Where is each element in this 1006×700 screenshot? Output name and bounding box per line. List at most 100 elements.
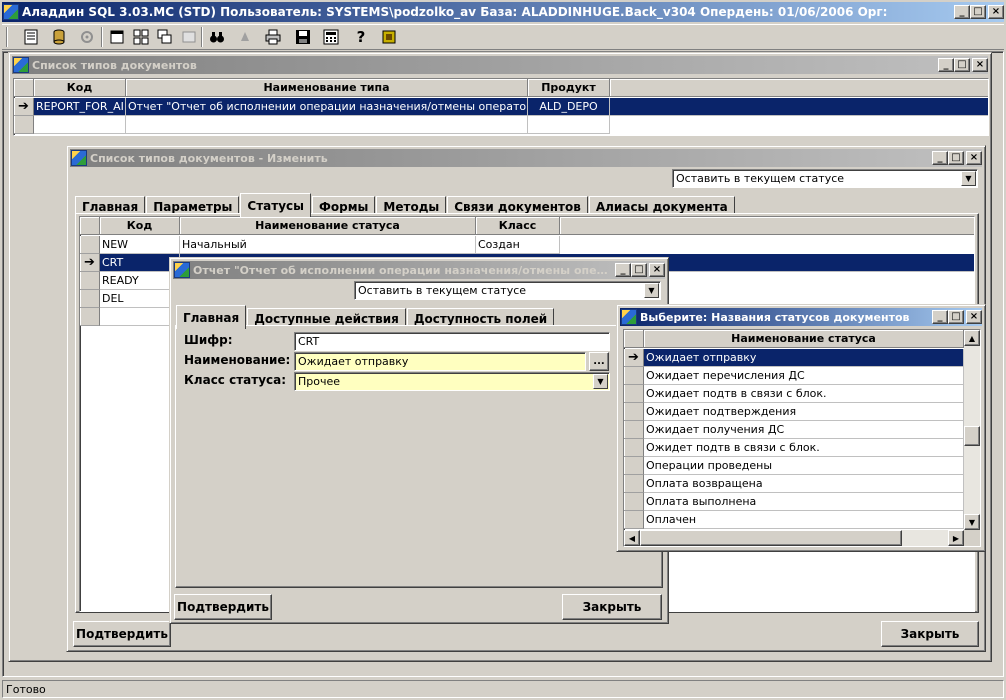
- list-item[interactable]: Ожидет подтв в связи с блок.: [644, 439, 964, 457]
- scroll-h-thumb[interactable]: [640, 530, 902, 546]
- row-indicator[interactable]: [624, 403, 644, 421]
- tools-icon[interactable]: [76, 26, 98, 48]
- list-item[interactable]: Оплата выполнена: [644, 493, 964, 511]
- maximize-icon[interactable]: □: [631, 263, 647, 277]
- row-indicator[interactable]: [624, 511, 644, 529]
- editor-mode-value: Оставить в текущем статусе: [676, 172, 845, 185]
- row-indicator-arrow[interactable]: ➔: [80, 254, 100, 272]
- tab-main[interactable]: Главная: [176, 305, 247, 329]
- maximize-icon[interactable]: □: [948, 310, 964, 324]
- calculator-icon[interactable]: [320, 26, 342, 48]
- scroll-right-icon[interactable]: ▶: [948, 530, 964, 546]
- list-item[interactable]: Оплачен: [644, 511, 964, 529]
- cell-name[interactable]: Отчет "Отчет об исполнении операции назн…: [126, 98, 528, 116]
- maximize-icon[interactable]: □: [954, 58, 970, 72]
- cell-code[interactable]: REPORT_FOR_AI: [34, 98, 126, 116]
- list-item[interactable]: Оплата возвращена: [644, 475, 964, 493]
- tile-icon[interactable]: [130, 26, 152, 48]
- print-icon[interactable]: [262, 26, 284, 48]
- row-indicator[interactable]: [624, 421, 644, 439]
- minimize-icon[interactable]: _: [932, 151, 948, 165]
- col-header-status-code[interactable]: Код: [100, 217, 180, 235]
- save-icon[interactable]: [292, 26, 314, 48]
- app-title-bar[interactable]: Аладдин SQL 3.03.MC (STD) Пользователь: …: [2, 2, 1004, 22]
- list-item[interactable]: Операции проведены: [644, 457, 964, 475]
- editor-mode-select[interactable]: Оставить в текущем статусе ▼: [672, 169, 978, 188]
- cell-status-code[interactable]: CRT: [100, 254, 180, 272]
- class-label: Класс статуса:: [184, 373, 287, 387]
- status-dialog-title-bar[interactable]: Отчет "Отчет об исполнении операции назн…: [173, 261, 665, 279]
- doclist-title-bar[interactable]: Список типов документов _ □ ×: [12, 56, 988, 74]
- close-icon[interactable]: ×: [972, 58, 988, 72]
- scroll-thumb[interactable]: [964, 426, 980, 446]
- minimize-icon[interactable]: _: [954, 5, 970, 19]
- list-item[interactable]: Ожидает отправку: [644, 349, 964, 367]
- tab-statuses[interactable]: Статусы: [240, 193, 312, 217]
- close-icon[interactable]: ×: [988, 5, 1004, 19]
- name-field[interactable]: Ожидает отправку: [294, 352, 586, 371]
- help-icon[interactable]: ?: [350, 26, 372, 48]
- col-header-name[interactable]: Наименование типа: [126, 79, 528, 97]
- picker-title-bar[interactable]: Выберите: Названия статусов документов _…: [620, 308, 982, 326]
- name-lookup-button[interactable]: ...: [589, 352, 609, 371]
- col-header-status-name[interactable]: Наименование статуса: [180, 217, 476, 235]
- editor-close-button[interactable]: Закрыть: [881, 621, 979, 647]
- close-icon[interactable]: ×: [966, 310, 982, 324]
- chevron-down-icon[interactable]: ▼: [961, 171, 976, 186]
- grid-corner: [14, 79, 34, 97]
- doclist-grid[interactable]: Код Наименование типа Продукт ➔ REPORT_F…: [13, 78, 989, 136]
- list-item[interactable]: Ожидает подтв в связи с блок.: [644, 385, 964, 403]
- cell-status-code[interactable]: DEL: [100, 290, 180, 308]
- window-gray-icon[interactable]: [178, 26, 200, 48]
- row-indicator-arrow[interactable]: ➔: [14, 98, 34, 116]
- row-indicator[interactable]: [624, 439, 644, 457]
- row-indicator[interactable]: [624, 493, 644, 511]
- cell-status-name[interactable]: Начальный: [180, 236, 476, 254]
- chevron-down-icon[interactable]: ▼: [644, 283, 659, 298]
- col-header-code[interactable]: Код: [34, 79, 126, 97]
- plugin-icon[interactable]: [378, 26, 400, 48]
- list-item[interactable]: Ожидает перечисления ДС: [644, 367, 964, 385]
- class-select[interactable]: Прочее ▼: [294, 372, 610, 391]
- gray-tool-icon[interactable]: [234, 26, 256, 48]
- row-indicator[interactable]: [624, 385, 644, 403]
- status-dialog-mode-select[interactable]: Оставить в текущем статусе ▼: [354, 281, 661, 300]
- doc-list-icon[interactable]: [20, 26, 42, 48]
- row-indicator[interactable]: [624, 367, 644, 385]
- maximize-icon[interactable]: □: [948, 151, 964, 165]
- code-field[interactable]: CRT: [294, 332, 610, 351]
- col-header-status-name[interactable]: Наименование статуса: [644, 330, 964, 348]
- minimize-icon[interactable]: _: [938, 58, 954, 72]
- cascade-icon[interactable]: [154, 26, 176, 48]
- row-indicator-arrow[interactable]: ➔: [624, 349, 644, 367]
- cell-status-class[interactable]: Создан: [476, 236, 560, 254]
- row-indicator[interactable]: [624, 475, 644, 493]
- cell-status-code[interactable]: READY: [100, 272, 180, 290]
- minimize-icon[interactable]: _: [615, 263, 631, 277]
- picker-grid[interactable]: Наименование статуса ➔ Ожидает отправку Ож…: [623, 329, 981, 547]
- editor-title-bar[interactable]: Список типов документов - Изменить _ □ ×: [70, 149, 982, 167]
- close-icon[interactable]: ×: [966, 151, 982, 165]
- scroll-left-icon[interactable]: ◀: [624, 530, 640, 546]
- picker-horizontal-scrollbar[interactable]: ◀ ▶: [624, 530, 964, 546]
- row-indicator[interactable]: [624, 457, 644, 475]
- scroll-up-icon[interactable]: ▲: [964, 330, 980, 346]
- close-icon[interactable]: ×: [649, 263, 665, 277]
- scroll-down-icon[interactable]: ▼: [964, 514, 980, 530]
- list-item[interactable]: Ожидает подтверждения: [644, 403, 964, 421]
- editor-confirm-button[interactable]: Подтвердить: [73, 621, 171, 647]
- maximize-icon[interactable]: □: [970, 5, 986, 19]
- picker-vertical-scrollbar[interactable]: ▲ ▼: [964, 330, 980, 530]
- col-header-product[interactable]: Продукт: [528, 79, 610, 97]
- minimize-icon[interactable]: _: [932, 310, 948, 324]
- window-single-icon[interactable]: [106, 26, 128, 48]
- cell-product[interactable]: ALD_DEPO: [528, 98, 610, 116]
- chevron-down-icon[interactable]: ▼: [593, 374, 608, 389]
- col-header-status-class[interactable]: Класс: [476, 217, 560, 235]
- list-item[interactable]: Ожидает получения ДС: [644, 421, 964, 439]
- status-dialog-confirm-button[interactable]: Подтвердить: [174, 594, 272, 620]
- binoculars-icon[interactable]: [206, 26, 228, 48]
- status-dialog-close-button[interactable]: Закрыть: [562, 594, 662, 620]
- database-icon[interactable]: [48, 26, 70, 48]
- cell-status-code[interactable]: NEW: [100, 236, 180, 254]
